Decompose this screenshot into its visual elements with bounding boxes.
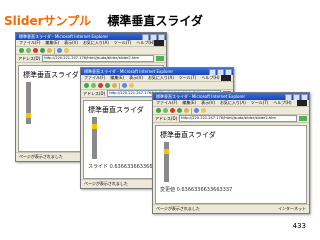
forward-icon[interactable]: [163, 108, 168, 113]
address-bar: アドレス(D) http://220.221.247.176/html/jsud…: [16, 55, 166, 63]
home-icon[interactable]: [184, 108, 189, 113]
go-button[interactable]: [299, 116, 307, 121]
page-heading: 標準垂直スライダ: [160, 131, 216, 139]
window-title: 標準垂直スライダ - Microsoft Internet Explorer: [19, 34, 109, 39]
stop-icon[interactable]: [98, 83, 103, 88]
status-text: ページが表示されました: [156, 206, 200, 211]
back-icon[interactable]: [19, 48, 24, 53]
menu-edit[interactable]: 編集(E): [45, 40, 59, 45]
window-titlebar[interactable]: 標準垂直スライダ - Microsoft Internet Explorer: [153, 93, 309, 100]
vertical-slider-track[interactable]: [164, 142, 169, 182]
slider-thumb[interactable]: [92, 124, 97, 129]
page-number: 433: [292, 222, 306, 230]
slider-thumb[interactable]: [26, 113, 31, 118]
menu-help[interactable]: ヘルプ(H): [136, 40, 154, 45]
window-titlebar[interactable]: 標準垂直スライダ - Microsoft Internet Explorer: [81, 68, 233, 75]
favorites-icon[interactable]: [129, 83, 134, 88]
favorites-icon[interactable]: [64, 48, 69, 53]
menu-view[interactable]: 表示(V): [129, 75, 143, 80]
refresh-icon[interactable]: [177, 108, 182, 113]
address-label: アドレス(D): [155, 115, 178, 121]
window-title: 標準垂直スライダ - Microsoft Internet Explorer: [84, 69, 174, 74]
status-text: ページが表示されました: [84, 181, 128, 186]
menu-favorites[interactable]: お気に入り(A): [220, 100, 246, 105]
back-icon[interactable]: [84, 83, 89, 88]
menu-view[interactable]: 表示(V): [201, 100, 215, 105]
menu-tools[interactable]: ツール(T): [251, 100, 269, 105]
menu-bar: ファイル(F) 編集(E) 表示(V) お気に入り(A) ツール(T) ヘルプ(H): [81, 75, 233, 82]
toolbar: [153, 107, 309, 115]
windows-logo-icon: [297, 100, 307, 106]
menu-file[interactable]: ファイル(F): [84, 75, 105, 80]
menu-bar: ファイル(F) 編集(E) 表示(V) お気に入り(A) ツール(T) ヘルプ(H): [16, 40, 166, 47]
menu-edit[interactable]: 編集(E): [110, 75, 124, 80]
home-icon[interactable]: [112, 83, 117, 88]
menu-file[interactable]: ファイル(F): [19, 40, 40, 45]
toolbar: [81, 82, 233, 90]
go-button[interactable]: [156, 56, 164, 61]
back-icon[interactable]: [156, 108, 161, 113]
favorites-icon[interactable]: [201, 108, 206, 113]
browser-window-3[interactable]: 標準垂直スライダ - Microsoft Internet Explorer フ…: [152, 92, 310, 214]
menu-favorites[interactable]: お気に入り(A): [83, 40, 109, 45]
menu-view[interactable]: 表示(V): [64, 40, 78, 45]
menu-help[interactable]: ヘルプ(H): [273, 100, 291, 105]
vertical-slider-track[interactable]: [92, 117, 97, 159]
address-bar: アドレス(D) http://220.221.247.176/html/jsud…: [153, 115, 309, 123]
menu-tools[interactable]: ツール(T): [179, 75, 197, 80]
forward-icon[interactable]: [26, 48, 31, 53]
page-content: 標準垂直スライダ 変更値 0.6366336633663337: [155, 125, 307, 204]
stop-icon[interactable]: [33, 48, 38, 53]
slider-thumb[interactable]: [164, 149, 169, 154]
internet-zone-label: インターネット: [278, 206, 306, 211]
stop-icon[interactable]: [170, 108, 175, 113]
vertical-slider-track[interactable]: [26, 82, 31, 124]
window-titlebar[interactable]: 標準垂直スライダ - Microsoft Internet Explorer: [16, 33, 166, 40]
toolbar-divider: [54, 47, 55, 54]
menu-help[interactable]: ヘルプ(H): [201, 75, 219, 80]
slide-title-accent: Sliderサンプル: [4, 14, 92, 28]
menu-file[interactable]: ファイル(F): [156, 100, 177, 105]
refresh-icon[interactable]: [105, 83, 110, 88]
menu-edit[interactable]: 編集(E): [182, 100, 196, 105]
address-input[interactable]: http://220.221.247.176/html/jsudo/slider…: [179, 115, 297, 122]
menu-tools[interactable]: ツール(T): [114, 40, 132, 45]
windows-logo-icon: [221, 75, 231, 81]
refresh-icon[interactable]: [40, 48, 45, 53]
slide-title: Sliderサンプル 標準垂直スライダ: [4, 12, 203, 29]
page-heading: 標準垂直スライダ: [23, 71, 79, 79]
address-label: アドレス(D): [83, 90, 106, 96]
menu-bar: ファイル(F) 編集(E) 表示(V) お気に入り(A) ツール(T) ヘルプ(H): [153, 100, 309, 107]
page-heading: 標準垂直スライダ: [88, 106, 144, 114]
toolbar-divider: [119, 82, 120, 89]
status-text: ページが表示されました: [19, 154, 63, 159]
search-icon[interactable]: [57, 48, 62, 53]
address-input[interactable]: http://220.221.247.176/html/jsudo/slider…: [42, 55, 154, 62]
windows-logo-icon: [154, 40, 164, 46]
slide-title-main: 標準垂直スライダ: [107, 14, 203, 28]
home-icon[interactable]: [47, 48, 52, 53]
slider-readout: 変更値 0.6366336633663337: [160, 187, 233, 193]
status-bar: ページが表示されました インターネット: [153, 204, 309, 213]
window-title: 標準垂直スライダ - Microsoft Internet Explorer: [156, 94, 246, 99]
menu-favorites[interactable]: お気に入り(A): [148, 75, 174, 80]
search-icon[interactable]: [122, 83, 127, 88]
address-label: アドレス(D): [18, 55, 41, 61]
toolbar: [16, 47, 166, 55]
toolbar-divider: [191, 107, 192, 114]
forward-icon[interactable]: [91, 83, 96, 88]
search-icon[interactable]: [194, 108, 199, 113]
